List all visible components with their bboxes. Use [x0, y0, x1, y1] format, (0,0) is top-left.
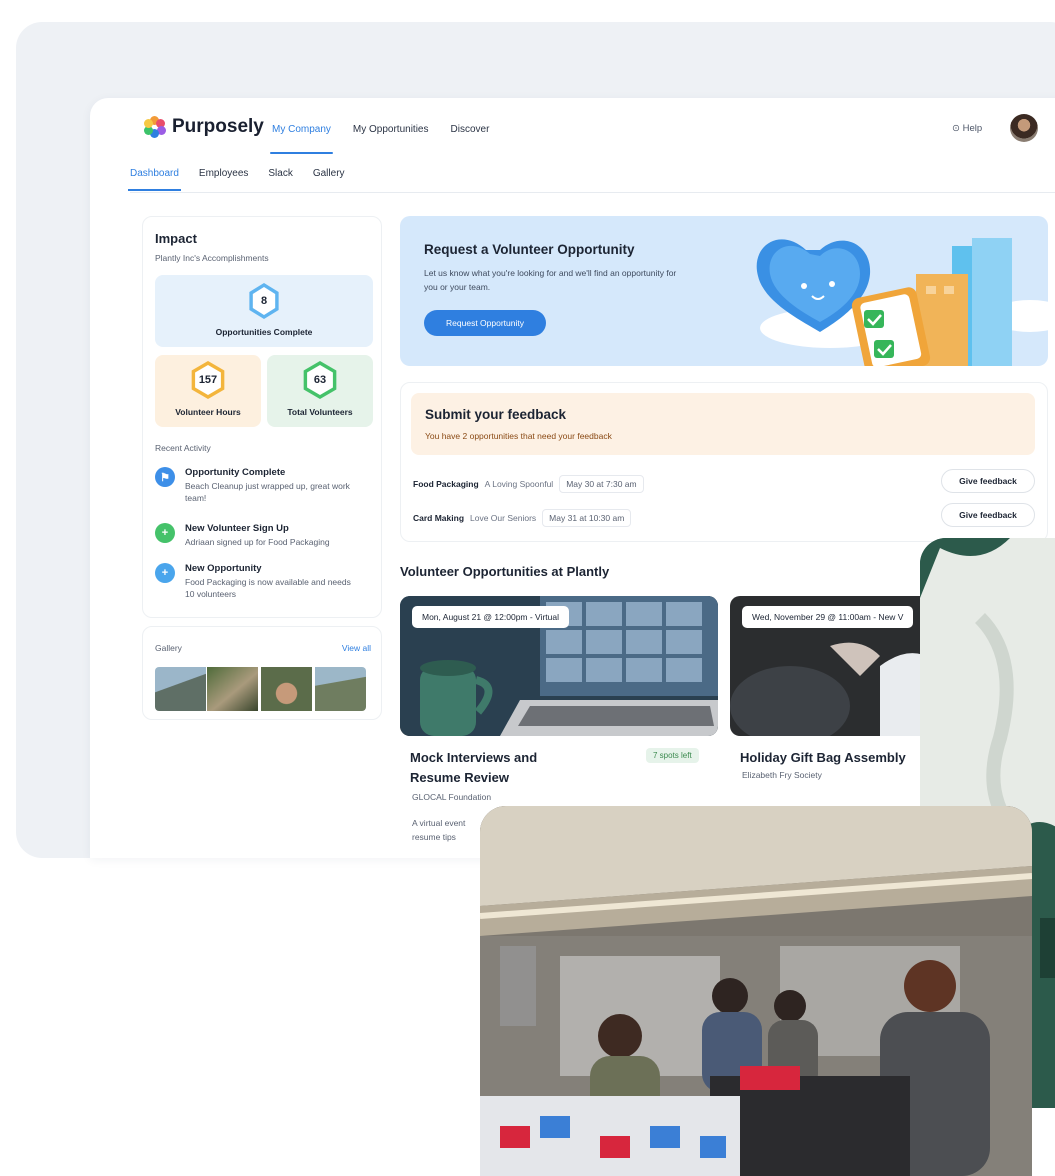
- event-date-pill: Wed, November 29 @ 11:00am - New V: [742, 606, 914, 628]
- feedback-opportunity-name: Food Packaging: [413, 479, 479, 489]
- gallery-thumbnail[interactable]: [315, 667, 366, 711]
- help-link[interactable]: ⊙ Help: [952, 123, 982, 134]
- request-opportunity-button[interactable]: Request Opportunity: [424, 310, 546, 336]
- subnav-divider: [130, 192, 1055, 193]
- feedback-title: Submit your feedback: [425, 407, 567, 422]
- tab-dashboard[interactable]: Dashboard: [128, 168, 181, 191]
- flag-icon: ⚑: [155, 467, 175, 487]
- gallery-thumbnail[interactable]: [261, 667, 312, 711]
- activity-desc: Adriaan signed up for Food Packaging: [185, 537, 330, 547]
- give-feedback-button[interactable]: Give feedback: [941, 469, 1035, 493]
- feedback-date-badge: May 31 at 10:30 am: [542, 509, 632, 527]
- volunteer-hours-label: Volunteer Hours: [175, 407, 241, 417]
- feedback-row: Card Making Love Our Seniors May 31 at 1…: [413, 509, 632, 527]
- food-packaging-volunteers-photo: [480, 806, 1032, 1176]
- nav-my-opportunities[interactable]: My Opportunities: [353, 124, 429, 135]
- volunteers-packing-image: [480, 806, 1032, 1176]
- gallery-view-all-link[interactable]: View all: [342, 643, 371, 653]
- tab-slack[interactable]: Slack: [268, 168, 292, 179]
- event-date-pill: Mon, August 21 @ 12:00pm - Virtual: [412, 606, 569, 628]
- opportunity-title-line: Resume Review: [410, 770, 509, 785]
- opportunity-title[interactable]: Holiday Gift Bag Assembly: [740, 748, 906, 768]
- app-window: Purposely My Company My Opportunities Di…: [90, 98, 1055, 858]
- feedback-description: You have 2 opportunities that need your …: [425, 431, 612, 441]
- activity-title: Opportunity Complete: [185, 467, 286, 478]
- feedback-org: Love Our Seniors: [470, 513, 537, 523]
- request-description: Let us know what you're looking for and …: [424, 268, 677, 292]
- opportunity-org: Elizabeth Fry Society: [742, 770, 822, 780]
- spots-left-badge: 7 spots left: [646, 748, 699, 763]
- activity-title: New Volunteer Sign Up: [185, 523, 289, 534]
- opportunity-title-line: Mock Interviews and: [410, 750, 538, 765]
- tab-gallery[interactable]: Gallery: [313, 168, 345, 179]
- brand-logo[interactable]: Purposely: [144, 116, 264, 138]
- sub-nav: Dashboard Employees Slack Gallery: [128, 168, 345, 191]
- help-circle-icon: ⊙: [952, 123, 960, 134]
- activity-item: ⚑ Opportunity Complete Beach Cleanup jus…: [155, 467, 360, 504]
- opportunity-title[interactable]: Mock Interviews and Resume Review: [410, 748, 537, 788]
- opportunities-label: Opportunities Complete: [215, 327, 313, 337]
- impact-subtitle: Plantly Inc's Accomplishments: [155, 253, 269, 263]
- activity-desc: Beach Cleanup just wrapped up, great wor…: [185, 481, 350, 503]
- activity-desc: Food Packaging is now available and need…: [185, 577, 351, 599]
- nav-my-company[interactable]: My Company: [270, 124, 333, 154]
- activity-item: + New Opportunity Food Packaging is now …: [155, 563, 360, 600]
- volunteer-opportunities-title: Volunteer Opportunities at Plantly: [400, 564, 610, 579]
- gallery-card: Gallery View all: [142, 626, 382, 720]
- heart-checklist-illustration: [756, 238, 1048, 366]
- opportunity-card-image[interactable]: Mon, August 21 @ 12:00pm - Virtual: [400, 596, 718, 736]
- opportunities-complete-stat: 8 Opportunities Complete: [155, 275, 373, 347]
- brand-name: Purposely: [172, 116, 264, 137]
- feedback-opportunity-name: Card Making: [413, 513, 465, 523]
- add-user-icon: +: [155, 523, 175, 543]
- give-feedback-button[interactable]: Give feedback: [941, 503, 1035, 527]
- user-avatar[interactable]: [1010, 114, 1038, 142]
- gallery-title: Gallery: [155, 643, 182, 653]
- request-opportunity-banner: Request a Volunteer Opportunity Let us k…: [400, 216, 1048, 366]
- total-volunteers-stat: 63 Total Volunteers: [267, 355, 373, 427]
- volunteer-hours-stat: 157 Volunteer Hours: [155, 355, 261, 427]
- impact-title: Impact: [155, 231, 197, 246]
- plus-circle-icon: +: [155, 563, 175, 583]
- request-title: Request a Volunteer Opportunity: [424, 242, 635, 257]
- feedback-date-badge: May 30 at 7:30 am: [559, 475, 644, 493]
- help-label: Help: [962, 123, 983, 134]
- impact-card: Impact Plantly Inc's Accomplishments 8 O…: [142, 216, 382, 618]
- activity-title: New Opportunity: [185, 563, 262, 574]
- opportunity-org: GLOCAL Foundation: [412, 792, 492, 802]
- feedback-row: Food Packaging A Loving Spoonful May 30 …: [413, 475, 644, 493]
- feedback-card: Submit your feedback You have 2 opportun…: [400, 382, 1048, 542]
- logo-flower-icon: [144, 116, 166, 138]
- activity-item: + New Volunteer Sign Up Adriaan signed u…: [155, 523, 360, 548]
- nav-discover[interactable]: Discover: [451, 124, 490, 135]
- feedback-header: Submit your feedback You have 2 opportun…: [411, 393, 1035, 455]
- gallery-thumbnail[interactable]: [155, 667, 206, 711]
- recent-activity-title: Recent Activity: [155, 443, 211, 453]
- total-volunteers-label: Total Volunteers: [287, 407, 353, 417]
- gallery-thumbnail[interactable]: [207, 667, 258, 711]
- top-nav: My Company My Opportunities Discover: [270, 124, 490, 154]
- feedback-org: A Loving Spoonful: [484, 479, 554, 489]
- tab-employees[interactable]: Employees: [199, 168, 248, 179]
